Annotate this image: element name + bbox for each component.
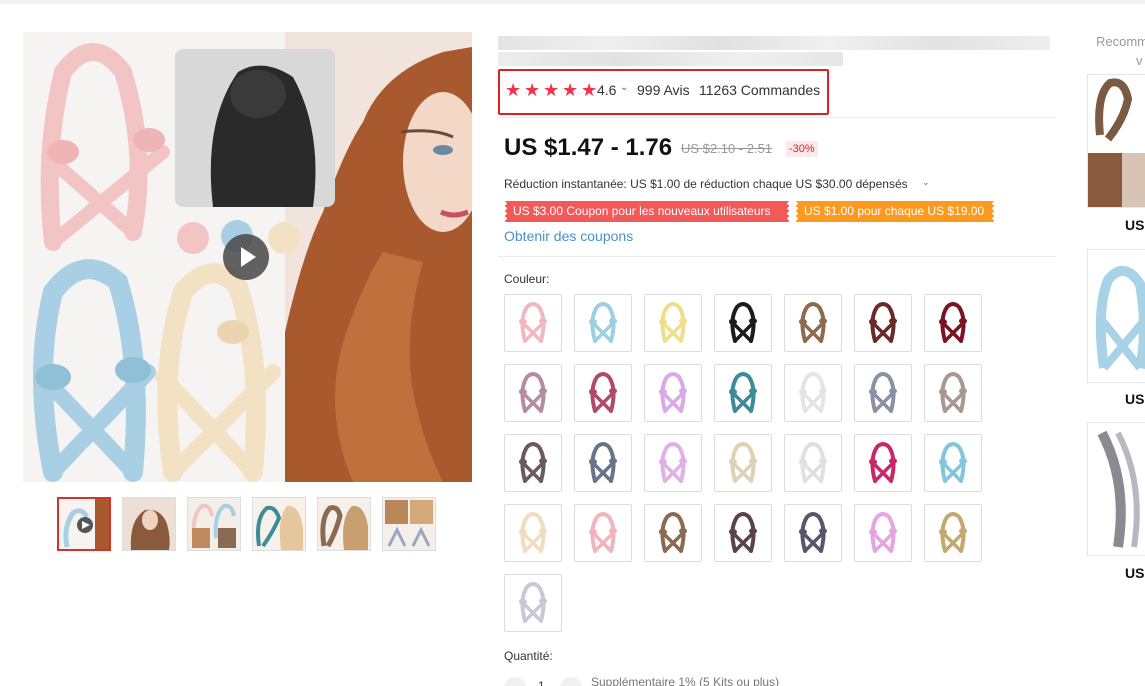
color-swatch[interactable] <box>504 574 562 632</box>
original-price: US $2.10 - 2.51 <box>681 141 773 156</box>
color-swatch[interactable] <box>784 434 842 492</box>
star-icon: ★ <box>524 80 541 100</box>
color-swatch[interactable] <box>854 364 912 422</box>
new-user-coupon[interactable]: US $3.00 Coupon pour les nouveaux utilis… <box>503 201 791 222</box>
recommendations-title: Recomm <box>1096 34 1145 49</box>
recommendations-title-line2: v <box>1136 53 1143 68</box>
main-product-image[interactable] <box>23 32 472 482</box>
thumbnail-6[interactable] <box>382 497 436 551</box>
color-swatch[interactable] <box>924 434 982 492</box>
chevron-down-icon[interactable]: ⌄ <box>620 82 628 93</box>
color-swatch[interactable] <box>854 504 912 562</box>
color-swatch[interactable] <box>644 294 702 352</box>
price-range: US $1.47 - 1.76 <box>504 134 673 161</box>
color-swatch[interactable] <box>784 364 842 422</box>
color-swatch[interactable] <box>924 294 982 352</box>
color-swatch[interactable] <box>574 434 632 492</box>
color-swatch[interactable] <box>504 434 562 492</box>
color-swatch[interactable] <box>574 504 632 562</box>
recommendation-price: US <box>1125 217 1145 233</box>
color-swatch[interactable] <box>714 434 772 492</box>
bulk-discount-note: Supplémentaire 1% (5 Kits ou plus) <box>591 675 780 686</box>
recommendation-price: US <box>1125 391 1145 407</box>
color-swatch[interactable] <box>924 364 982 422</box>
play-video-button[interactable] <box>223 234 269 280</box>
get-coupons-link[interactable]: Obtenir des coupons <box>504 228 633 244</box>
color-swatch[interactable] <box>504 504 562 562</box>
color-swatch[interactable] <box>714 364 772 422</box>
product-title-blurred-line2 <box>498 52 843 66</box>
quantity-decrease-button[interactable] <box>504 677 526 686</box>
color-swatch[interactable] <box>574 364 632 422</box>
color-swatch[interactable] <box>644 504 702 562</box>
chevron-down-icon[interactable]: ⌄ <box>922 177 930 188</box>
color-swatch[interactable] <box>504 294 562 352</box>
color-swatch[interactable] <box>784 294 842 352</box>
quantity-label: Quantité: <box>504 649 553 663</box>
color-swatch[interactable] <box>924 504 982 562</box>
star-icon: ★ <box>543 80 560 100</box>
discount-badge: -30% <box>786 141 818 157</box>
color-swatch[interactable] <box>854 294 912 352</box>
divider <box>498 256 1056 257</box>
instant-reduction-text[interactable]: Réduction instantanée: US $1.00 de réduc… <box>504 177 908 191</box>
recommendation-card[interactable] <box>1087 422 1145 556</box>
color-swatch[interactable] <box>644 364 702 422</box>
reviews-count[interactable]: 999 Avis <box>637 82 690 98</box>
color-label: Couleur: <box>504 272 550 286</box>
color-swatch[interactable] <box>504 364 562 422</box>
thumbnail-3[interactable] <box>187 497 241 551</box>
spend-coupon[interactable]: US $1.00 pour chaque US $19.00 <box>794 201 996 222</box>
quantity-value[interactable]: 1 <box>538 679 545 686</box>
orders-count: 11263 Commandes <box>699 82 821 98</box>
recommendation-price: US <box>1125 565 1145 581</box>
color-swatch[interactable] <box>714 504 772 562</box>
thumbnail-1[interactable] <box>57 497 111 551</box>
product-title-blurred <box>498 36 1050 50</box>
star-icon: ★ <box>505 80 522 100</box>
thumbnail-4[interactable] <box>252 497 306 551</box>
color-swatch[interactable] <box>644 434 702 492</box>
divider <box>498 117 1056 118</box>
color-swatch[interactable] <box>784 504 842 562</box>
thumbnail-5[interactable] <box>317 497 371 551</box>
thumbnail-2[interactable] <box>122 497 176 551</box>
recommendation-card[interactable] <box>1087 74 1145 208</box>
star-icon: ★ <box>581 80 598 100</box>
recommendation-card[interactable] <box>1087 249 1145 383</box>
quantity-increase-button[interactable] <box>560 677 582 686</box>
color-swatch[interactable] <box>714 294 772 352</box>
color-swatch[interactable] <box>854 434 912 492</box>
star-icon: ★ <box>562 80 579 100</box>
color-swatch[interactable] <box>574 294 632 352</box>
rating-value[interactable]: 4.6 <box>597 82 616 98</box>
top-border <box>0 0 1145 4</box>
